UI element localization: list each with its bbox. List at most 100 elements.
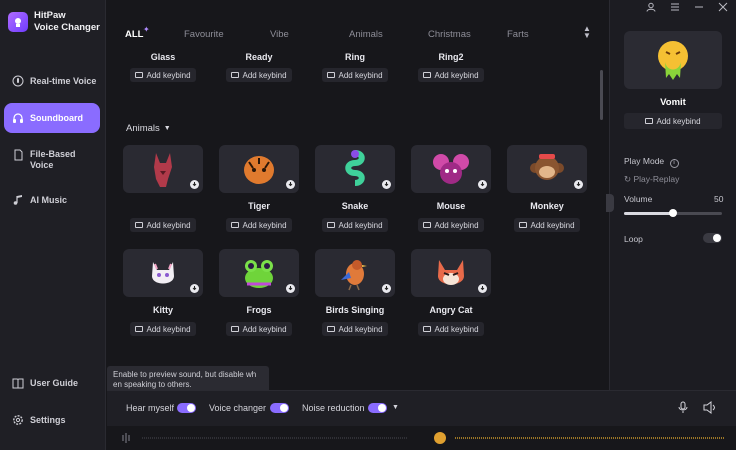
download-icon[interactable] — [286, 284, 295, 293]
waveform-graphic — [122, 432, 725, 444]
user-icon[interactable] — [646, 2, 656, 14]
hear-myself-toggle[interactable] — [177, 403, 196, 413]
add-keybind-button[interactable]: Add keybind — [226, 68, 292, 82]
grid-scrollbar[interactable] — [600, 70, 603, 120]
noise-reduction-dropdown-icon[interactable]: ▼ — [392, 404, 399, 411]
download-icon[interactable] — [190, 180, 199, 189]
tab-christmas[interactable]: Christmas — [428, 29, 471, 40]
keyboard-icon — [135, 326, 144, 332]
info-icon[interactable]: i — [669, 159, 679, 168]
tab-vibe[interactable]: Vibe — [270, 29, 289, 40]
volume-slider-knob[interactable] — [669, 209, 677, 217]
noise-reduction-toggle[interactable] — [368, 403, 387, 413]
sound-card-snake[interactable] — [315, 145, 395, 193]
speaker-icon[interactable] — [703, 401, 717, 417]
keyboard-icon — [423, 326, 432, 332]
sound-card-wolf[interactable] — [123, 145, 203, 193]
hear-myself-label: Hear myself — [126, 403, 175, 413]
download-icon[interactable] — [574, 180, 583, 189]
sidebar-item-label: AI Music — [30, 195, 68, 205]
menu-icon[interactable] — [670, 2, 680, 14]
add-keybind-button[interactable]: Add keybind — [322, 68, 388, 82]
music-note-icon — [12, 194, 24, 206]
volume-label: Volume — [624, 194, 653, 204]
sound-card-monkey[interactable] — [507, 145, 587, 193]
sidebar: HitPaw Voice Changer Real-time Voice Sou… — [0, 0, 106, 450]
caret-down-icon: ▼ — [163, 125, 171, 132]
section-title: Animals — [126, 123, 160, 134]
category-tabs: ALL ✦ Favourite Vibe Animals Christmas F… — [107, 22, 609, 48]
add-keybind-button[interactable]: Add keybind — [322, 218, 388, 232]
sound-name: Glass — [150, 52, 176, 62]
close-icon[interactable] — [718, 2, 728, 14]
section-header-animals[interactable]: Animals ▼ — [126, 123, 171, 134]
add-keybind-button[interactable]: Add keybind — [130, 322, 196, 336]
add-keybind-button[interactable]: Add keybind — [130, 68, 196, 82]
window-controls — [646, 2, 728, 14]
volume-slider[interactable] — [624, 209, 722, 217]
panel-collapse-handle[interactable] — [606, 194, 614, 212]
add-keybind-button[interactable]: Add keybind — [322, 322, 388, 336]
sound-name: Birds Singing — [325, 305, 385, 315]
add-keybind-button[interactable]: Add keybind — [226, 218, 292, 232]
sound-name: Angry Cat — [429, 305, 473, 315]
sidebar-item-settings[interactable]: Settings — [4, 405, 100, 435]
tab-farts[interactable]: Farts — [507, 29, 529, 40]
microphone-icon[interactable] — [678, 401, 688, 417]
tab-animals[interactable]: Animals — [349, 29, 383, 40]
gear-icon — [12, 414, 24, 426]
sidebar-item-ai-music[interactable]: AI Music — [4, 185, 100, 215]
tab-all[interactable]: ALL — [125, 29, 143, 40]
add-keybind-button[interactable]: Add keybind — [418, 218, 484, 232]
sound-card-tiger[interactable] — [219, 145, 299, 193]
download-icon[interactable] — [478, 284, 487, 293]
download-icon[interactable] — [382, 284, 391, 293]
sound-card-frogs[interactable] — [219, 249, 299, 297]
keyboard-icon — [327, 222, 336, 228]
audio-waveform — [107, 426, 736, 450]
add-keybind-button[interactable]: Add keybind — [226, 322, 292, 336]
minimize-icon[interactable] — [694, 2, 704, 14]
sound-card-mouse[interactable] — [411, 145, 491, 193]
sound-card-angry-cat[interactable] — [411, 249, 491, 297]
sidebar-item-label-line2: Voice — [30, 160, 54, 170]
sidebar-item-realtime-voice[interactable]: Real-time Voice — [4, 66, 100, 96]
add-keybind-button[interactable]: Add keybind — [418, 68, 484, 82]
sidebar-item-user-guide[interactable]: User Guide — [4, 368, 100, 398]
download-icon[interactable] — [382, 180, 391, 189]
selected-sound-preview[interactable] — [624, 31, 722, 89]
soundboard-main: ALL ✦ Favourite Vibe Animals Christmas F… — [107, 0, 609, 390]
monkey-icon — [527, 149, 567, 189]
voice-changer-toggle[interactable] — [270, 403, 289, 413]
loop-toggle[interactable] — [703, 233, 722, 243]
sound-card-kitty[interactable] — [123, 249, 203, 297]
sound-name: Mouse — [436, 201, 466, 211]
sound-name: Kitty — [153, 305, 173, 315]
sidebar-item-file-based-voice[interactable]: File-Based Voice — [4, 143, 100, 175]
angry-cat-icon — [431, 253, 471, 293]
selected-add-keybind-button[interactable]: Add keybind — [624, 113, 722, 129]
snake-icon — [335, 149, 375, 189]
play-mode-option[interactable]: ↻ Play-Replay — [624, 174, 679, 185]
download-icon[interactable] — [478, 180, 487, 189]
keyboard-icon — [423, 72, 432, 78]
keyboard-icon — [645, 118, 654, 124]
sidebar-item-soundboard[interactable]: Soundboard — [4, 103, 100, 133]
keyboard-icon — [135, 222, 144, 228]
add-keybind-button[interactable]: Add keybind — [130, 218, 196, 232]
keyboard-icon — [423, 222, 432, 228]
tiger-icon — [239, 149, 279, 189]
download-icon[interactable] — [286, 180, 295, 189]
sound-card-birds-singing[interactable] — [315, 249, 395, 297]
volume-slider-fill — [624, 212, 673, 215]
keyboard-icon — [519, 222, 528, 228]
replay-icon: ↻ — [624, 174, 632, 184]
add-keybind-button[interactable]: Add keybind — [418, 322, 484, 336]
add-keybind-button[interactable]: Add keybind — [514, 218, 580, 232]
tab-favourite[interactable]: Favourite — [184, 29, 224, 40]
noise-reduction-label: Noise reduction — [302, 403, 365, 413]
sound-detail-panel: Vomit Add keybind Play Mode i ↻ Play-Rep… — [606, 0, 736, 390]
download-icon[interactable] — [190, 284, 199, 293]
playhead-icon[interactable] — [434, 432, 446, 444]
sort-arrows-icon[interactable]: ▲ ▼ — [583, 25, 591, 40]
